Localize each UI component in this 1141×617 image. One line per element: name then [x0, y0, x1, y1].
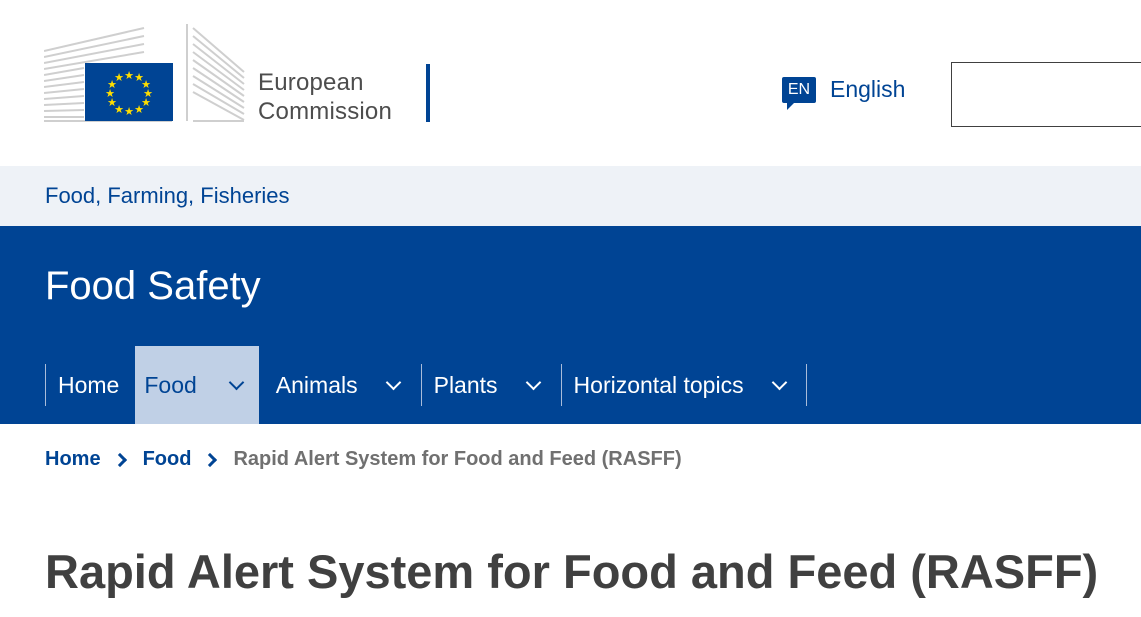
- svg-text:★: ★: [124, 105, 134, 118]
- page-title: Rapid Alert System for Food and Feed (RA…: [45, 545, 1099, 598]
- logo-divider: [426, 64, 430, 122]
- chevron-right-icon: [112, 452, 127, 467]
- menu-end-divider: [805, 346, 807, 424]
- chevron-down-icon[interactable]: [771, 374, 787, 390]
- svg-text:★: ★: [124, 69, 134, 82]
- chevron-down-icon[interactable]: [525, 374, 541, 390]
- logo-line-2: Commission: [258, 98, 393, 125]
- menu-item-food[interactable]: Food: [135, 346, 259, 424]
- menu-item-home[interactable]: Home: [45, 346, 135, 424]
- banner-title: Food Safety: [45, 264, 261, 308]
- site-name-link[interactable]: Food, Farming, Fisheries: [45, 183, 290, 209]
- breadcrumb-food[interactable]: Food: [143, 448, 192, 471]
- logo-wordmark[interactable]: European Commission: [258, 68, 392, 126]
- language-label: English: [830, 76, 906, 102]
- breadcrumb: Home Food Rapid Alert System for Food an…: [45, 448, 682, 471]
- chevron-down-icon[interactable]: [385, 374, 401, 390]
- menu-item-label: Home: [58, 371, 120, 398]
- menu-item-label: Food: [144, 371, 197, 398]
- menu-item-label: Animals: [275, 371, 358, 398]
- svg-text:★: ★: [134, 103, 144, 116]
- svg-text:★: ★: [114, 71, 124, 84]
- menu-item-horizontal-topics[interactable]: Horizontal topics: [560, 346, 806, 424]
- language-selector[interactable]: EN English: [782, 76, 906, 110]
- menu-item-label: Horizontal topics: [573, 371, 744, 398]
- breadcrumb-home[interactable]: Home: [45, 448, 101, 471]
- logo-line-1: European: [258, 69, 364, 96]
- menu-item-animals[interactable]: Animals: [259, 346, 421, 424]
- search-input[interactable]: [951, 62, 1141, 127]
- chevron-down-icon[interactable]: [228, 374, 245, 390]
- breadcrumb-current: Rapid Alert System for Food and Feed (RA…: [233, 448, 682, 470]
- main-menu: Home Food Animals Plants Horizontal topi…: [45, 346, 807, 424]
- menu-item-label: Plants: [433, 371, 498, 398]
- chevron-right-icon: [203, 452, 218, 467]
- speech-bubble-icon: EN: [782, 76, 816, 110]
- menu-item-plants[interactable]: Plants: [420, 346, 561, 424]
- site-header: ★ ★ ★ ★ ★ ★ ★ ★ ★ ★ ★ ★ European Commiss…: [0, 0, 1141, 166]
- language-code: EN: [787, 80, 811, 98]
